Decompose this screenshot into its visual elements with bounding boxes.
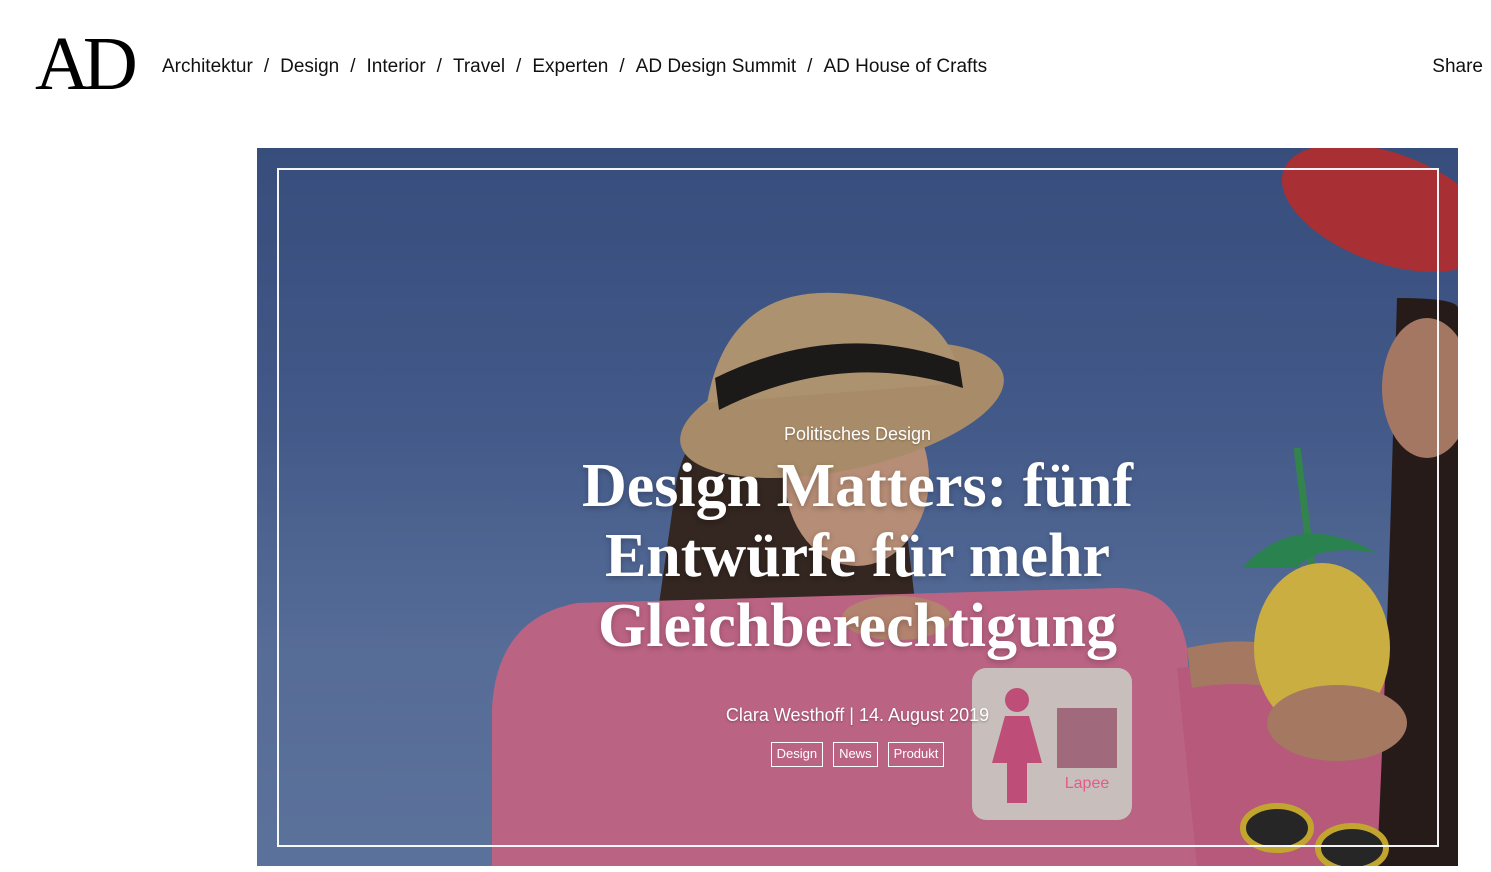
nav-separator: / [350, 56, 356, 77]
tag-news[interactable]: News [833, 742, 878, 767]
article-date: 14. August 2019 [858, 705, 990, 725]
nav-separator: / [263, 56, 270, 77]
article-title: Design Matters: fünf Entwürfe für mehr G… [581, 452, 1133, 660]
nav-item-design[interactable]: Design [280, 56, 339, 78]
nav-item-travel[interactable]: Travel [453, 56, 505, 78]
nav-item-ad-design-summit[interactable]: AD Design Summit [636, 56, 797, 78]
main-navigation: Architektur / Design / Interior / Travel… [162, 56, 987, 78]
nav-item-experten[interactable]: Experten [532, 56, 608, 78]
hero-article: Politisches Design Design Matters: fünf … [257, 148, 1458, 866]
tag-produkt[interactable]: Produkt [887, 742, 945, 767]
article-category-link[interactable]: Politisches Design [784, 424, 931, 445]
nav-separator: / [807, 56, 813, 77]
tag-design[interactable]: Design [770, 742, 824, 767]
nav-separator: / [619, 56, 625, 77]
nav-item-ad-house-of-crafts[interactable]: AD House of Crafts [823, 56, 987, 78]
article-tags: Design News Produkt [257, 742, 1458, 767]
author-link[interactable]: Clara Westhoff [726, 705, 844, 725]
ad-logo[interactable]: AD [35, 26, 138, 102]
nav-separator: / [436, 56, 442, 77]
nav-item-architektur[interactable]: Architektur [162, 56, 253, 78]
article-byline: Clara Westhoff | 14. August 2019 [257, 705, 1458, 726]
nav-item-interior[interactable]: Interior [367, 56, 426, 78]
nav-separator: / [516, 56, 522, 77]
share-button[interactable]: Share [1432, 56, 1483, 78]
byline-divider: | [849, 705, 854, 725]
hero-text: Politisches Design Design Matters: fünf … [257, 424, 1458, 767]
site-header: AD Architektur / Design / Interior / Tra… [0, 0, 1491, 140]
